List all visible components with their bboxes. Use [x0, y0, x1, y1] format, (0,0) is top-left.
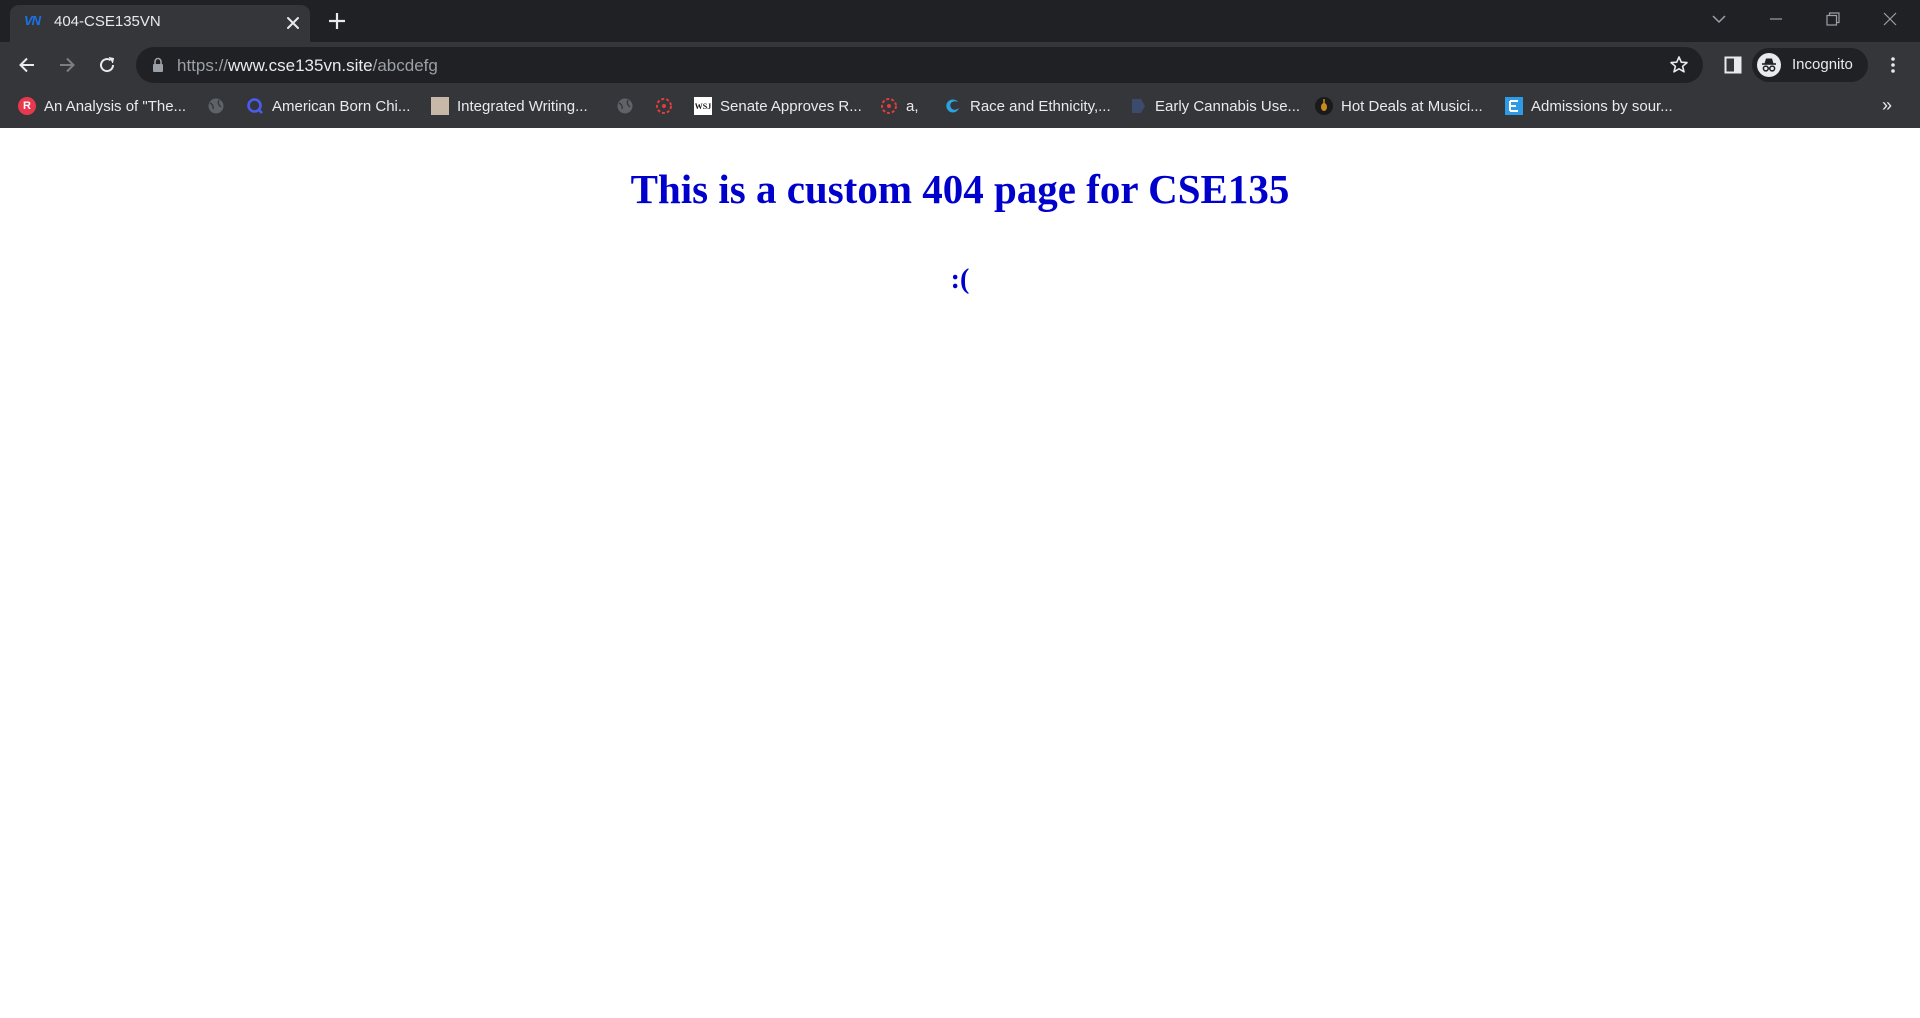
bookmark-label: Integrated Writing... [457, 97, 588, 115]
bookmark-label: American Born Chi... [272, 97, 411, 115]
bookmark-label: Race and Ethnicity,... [970, 97, 1111, 115]
reload-button[interactable] [90, 48, 124, 82]
tab-title: 404-CSE135VN [54, 13, 161, 30]
quizlet-icon [246, 97, 264, 115]
toolbar: https://www.cse135vn.site/abcdefg Incogn… [0, 42, 1920, 88]
bookmark-item[interactable]: R An Analysis of "The... [18, 94, 186, 118]
tab-search-chevron-down-icon[interactable] [1691, 0, 1747, 38]
incognito-icon [1757, 53, 1781, 77]
bookmark-label: Hot Deals at Musici... [1341, 97, 1483, 115]
bookmarks-bar: R An Analysis of "The... American Born C… [0, 88, 1920, 124]
thumbnail-icon [431, 97, 449, 115]
bookmark-item[interactable]: Admissions by sour... [1505, 94, 1673, 118]
back-button[interactable] [10, 48, 44, 82]
edge-icon [944, 97, 962, 115]
bookmark-item[interactable] [655, 94, 673, 118]
guitar-icon [1315, 97, 1333, 115]
url-text[interactable]: https://www.cse135vn.site/abcdefg [177, 56, 438, 76]
bookmark-item[interactable]: Integrated Writing... [431, 94, 588, 118]
address-bar[interactable]: https://www.cse135vn.site/abcdefg [136, 47, 1703, 83]
bookmarks-overflow-button[interactable]: » [1882, 96, 1892, 114]
lock-icon[interactable] [152, 57, 164, 78]
globe-icon [207, 97, 225, 115]
tab-strip: VN 404-CSE135VN [0, 0, 1920, 42]
url-scheme: https:// [177, 56, 229, 75]
bookmark-item[interactable]: WSJ Senate Approves R... [694, 94, 862, 118]
page-title: This is a custom 404 page for CSE135 [630, 166, 1290, 212]
url-host: www.cse135vn.site [228, 56, 373, 75]
bookmark-item[interactable] [207, 94, 225, 118]
side-panel-icon[interactable] [1716, 48, 1750, 82]
minimize-button[interactable] [1748, 0, 1804, 38]
forward-button[interactable] [50, 48, 84, 82]
bookmark-item[interactable]: Early Cannabis Use... [1129, 94, 1300, 118]
bookmark-item[interactable]: American Born Chi... [246, 94, 410, 118]
close-icon[interactable] [284, 14, 302, 32]
bookmark-item[interactable]: Race and Ethnicity,... [944, 94, 1111, 118]
readings-icon: R [18, 97, 36, 115]
admissions-icon [1505, 97, 1523, 115]
canvas-icon [655, 97, 673, 115]
bookmark-label: a, [906, 97, 919, 115]
browser-chrome: VN 404-CSE135VN https://www.cse135vn.sit… [0, 0, 1920, 128]
wsj-icon: WSJ [694, 97, 712, 115]
new-tab-button[interactable] [326, 10, 348, 32]
globe-icon [616, 97, 634, 115]
flag-icon [1129, 97, 1147, 115]
bookmark-label: Early Cannabis Use... [1155, 97, 1301, 115]
incognito-profile-button[interactable]: Incognito [1752, 48, 1868, 82]
bookmark-item[interactable]: Hot Deals at Musici... [1315, 94, 1483, 118]
tab-active[interactable]: VN 404-CSE135VN [10, 5, 310, 42]
sad-face-text: :( [950, 264, 970, 295]
bookmark-label: Senate Approves R... [720, 97, 862, 115]
page-content: This is a custom 404 page for CSE135 :( [0, 128, 1920, 1018]
canvas-icon [880, 97, 898, 115]
bookmark-label: An Analysis of "The... [44, 97, 187, 115]
bookmark-item[interactable]: a, [880, 94, 919, 118]
bookmark-item[interactable] [616, 94, 634, 118]
bookmark-star-icon[interactable] [1669, 55, 1689, 80]
more-menu-icon[interactable] [1876, 48, 1910, 82]
url-path: /abcdefg [372, 56, 438, 75]
close-window-button[interactable] [1862, 0, 1918, 38]
bookmark-label: Admissions by sour... [1531, 97, 1673, 115]
incognito-label: Incognito [1792, 56, 1853, 73]
restore-button[interactable] [1805, 0, 1861, 38]
tab-favicon-icon: VN [24, 13, 41, 28]
